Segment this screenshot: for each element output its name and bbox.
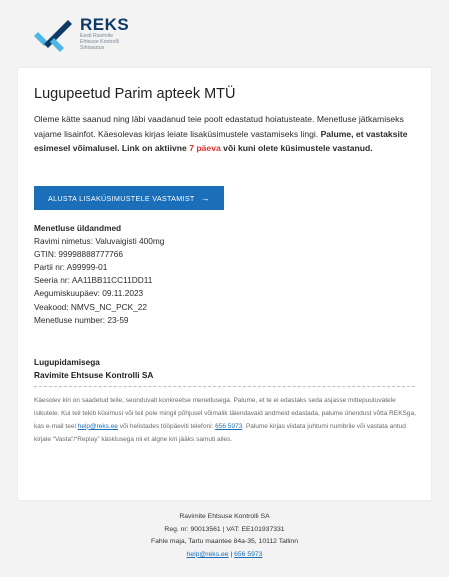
reks-logo: REKS Eesti Ravimite Ehtsuse Kontrolli Si… bbox=[34, 12, 144, 56]
logo-subtitle-3: Sihtasutus bbox=[80, 45, 105, 51]
disclaimer-text-2: või helistades tööpäeviti telefoni: bbox=[117, 422, 216, 430]
detail-serial: Seeria nr: AA11BB11CC11DD11 bbox=[34, 275, 153, 286]
logo-name: REKS bbox=[80, 15, 130, 34]
arrow-right-icon: → bbox=[200, 193, 210, 203]
start-questions-button[interactable]: ALUSTA LISAKÜSIMUSTELE VASTAMIST → bbox=[34, 186, 224, 210]
footer-org: Ravimite Ehtsuse Kontrolli SA bbox=[179, 513, 270, 520]
footer-email-link[interactable]: help@reks.ee bbox=[187, 551, 229, 558]
disclaimer-email-link[interactable]: help@reks.ee bbox=[78, 423, 118, 430]
footer-phone-link[interactable]: 656 5973 bbox=[234, 551, 262, 558]
footer: Ravimite Ehtsuse Kontrolli SA Reg. nr: 9… bbox=[0, 511, 449, 561]
deadline-highlight: 7 päeva bbox=[189, 143, 221, 153]
dashed-divider bbox=[34, 386, 415, 387]
email-title: Lugupeetud Parim apteek MTÜ bbox=[34, 86, 236, 102]
detail-error-code: Veakood: NMVS_NC_PCK_22 bbox=[34, 301, 147, 312]
email-page: REKS Eesti Ravimite Ehtsuse Kontrolli Si… bbox=[0, 0, 449, 577]
disclaimer: Käesolev kiri on saadetud teile, seonduv… bbox=[34, 395, 419, 447]
detail-batch: Partii nr: A99999-01 bbox=[34, 262, 108, 273]
footer-contacts: help@reks.ee | 656 5973 bbox=[0, 549, 449, 562]
detail-case-number: Menetluse number: 23-59 bbox=[34, 314, 129, 325]
disclaimer-phone-link[interactable]: 656 5973 bbox=[215, 423, 242, 430]
signature: Lugupidamisega Ravimite Ehtsuse Kontroll… bbox=[34, 356, 153, 382]
footer-reg: Reg. nr: 90013561 | VAT: EE101937331 bbox=[164, 525, 285, 533]
footer-address: Fahle maja, Tartu maantee 84a-35, 10112 … bbox=[151, 538, 298, 545]
signature-greeting: Lugupidamisega bbox=[34, 357, 100, 367]
case-details: Menetluse üldandmed Ravimi nimetus: Valu… bbox=[34, 222, 414, 327]
start-questions-label: ALUSTA LISAKÜSIMUSTELE VASTAMIST bbox=[48, 193, 195, 203]
signature-org: Ravimite Ehtsuse Kontrolli SA bbox=[34, 370, 154, 380]
detail-gtin: GTIN: 99998888777766 bbox=[34, 249, 124, 260]
reks-logo-icon bbox=[34, 14, 74, 54]
detail-drug-name: Ravimi nimetus: Valuvaigisti 400mg bbox=[34, 236, 165, 247]
intro-paragraph: Oleme kätte saanud ning läbi vaadanud te… bbox=[34, 112, 419, 156]
email-card: Lugupeetud Parim apteek MTÜ Oleme kätte … bbox=[18, 68, 431, 500]
logo-text: REKS Eesti Ravimite Ehtsuse Kontrolli Si… bbox=[80, 15, 130, 51]
case-details-heading: Menetluse üldandmed bbox=[34, 223, 122, 233]
intro-bold-2: või kuni olete küsimustele vastanud. bbox=[220, 143, 373, 153]
detail-expiry: Aegumiskuupäev: 09.11.2023 bbox=[34, 288, 144, 299]
